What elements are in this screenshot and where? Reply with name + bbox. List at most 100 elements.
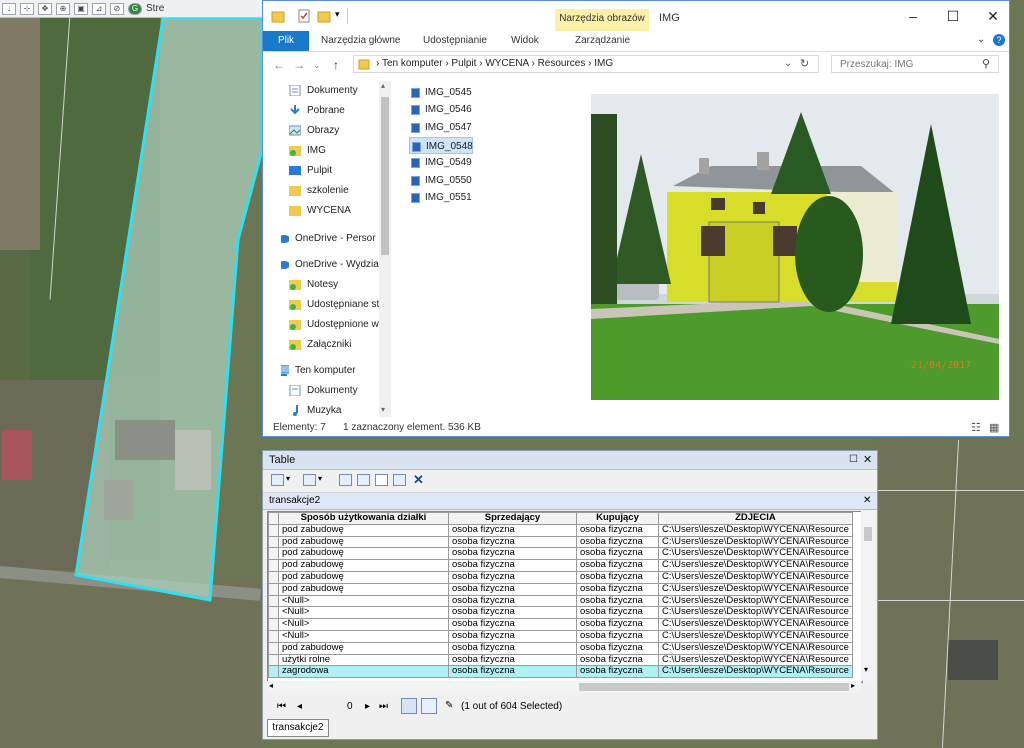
table-cell[interactable]: użytki rolne: [278, 653, 449, 667]
zoom-tool-icon[interactable]: ⊕: [56, 2, 70, 15]
table-vertical-scrollbar[interactable]: ▾: [861, 511, 875, 681]
file-item[interactable]: IMG_0546: [409, 101, 473, 118]
arrow-tool-icon[interactable]: ↓: [2, 2, 16, 15]
table-row[interactable]: pod zabudowę osoba fizyczna osoba fizyczna…: [268, 570, 853, 584]
nav-item-wycena[interactable]: WYCENA: [287, 201, 391, 221]
table-cell[interactable]: osoba fizyczna: [448, 547, 577, 561]
nav-item-onedrive-work[interactable]: OneDrive - Wydzia: [281, 255, 387, 275]
file-item-selected[interactable]: IMG_0548: [409, 137, 473, 154]
table-cell[interactable]: osoba fizyczna: [576, 559, 659, 572]
table-cell[interactable]: osoba fizyczna: [448, 582, 577, 596]
recent-locations-icon[interactable]: ⌄: [313, 60, 321, 71]
table-cell[interactable]: osoba fizyczna: [576, 606, 659, 620]
table-cell[interactable]: pod zabudowę: [278, 570, 449, 584]
file-item[interactable]: IMG_0545: [409, 84, 473, 101]
table-cell[interactable]: osoba fizyczna: [448, 629, 577, 643]
table-cell[interactable]: C:\Users\lesze\Desktop\WYCENA\Resource: [658, 535, 853, 549]
file-item[interactable]: IMG_0549: [409, 154, 473, 171]
first-record-icon[interactable]: ⏮: [277, 701, 286, 712]
delete-selected-icon[interactable]: ✕: [413, 472, 424, 488]
details-view-icon[interactable]: ☷: [971, 421, 981, 434]
select-tool-icon[interactable]: ⊹: [20, 2, 34, 15]
nav-item-zalaczniki[interactable]: Załączniki: [287, 335, 391, 355]
nav-item-udostepniane[interactable]: Udostępniane st: [287, 295, 391, 315]
table-cell[interactable]: C:\Users\lesze\Desktop\WYCENA\Resource: [658, 547, 853, 561]
table-cell[interactable]: osoba fizyczna: [576, 594, 659, 608]
tab-home[interactable]: Narzędzia główne: [321, 31, 401, 51]
streetview-label[interactable]: Stre: [146, 3, 164, 14]
table-row[interactable]: użytki rolne osoba fizyczna osoba fizyczna…: [268, 653, 853, 667]
table-tab[interactable]: transakcje2: [267, 719, 329, 737]
close-button[interactable]: ✕: [983, 7, 1003, 25]
large-icons-view-icon[interactable]: ▦: [989, 421, 999, 434]
table-cell[interactable]: osoba fizyczna: [448, 559, 577, 572]
scrollbar-thumb[interactable]: [579, 683, 849, 691]
previous-record-icon[interactable]: ◂: [297, 701, 302, 712]
row-selector[interactable]: [268, 629, 279, 643]
table-cell[interactable]: osoba fizyczna: [448, 665, 577, 679]
picture-tools-context-tab[interactable]: Narzędzia obrazów: [555, 9, 649, 31]
ribbon-expand-icon[interactable]: ⌄: [977, 34, 985, 45]
table-row[interactable]: <Null> osoba fizyczna osoba fizyczna C:\Use…: [268, 618, 853, 631]
row-selector[interactable]: [268, 570, 279, 584]
scroll-left-icon[interactable]: ◂: [269, 681, 273, 690]
zoom-to-selected-icon[interactable]: [393, 474, 406, 486]
table-cell[interactable]: C:\Users\lesze\Desktop\WYCENA\Resource: [658, 594, 853, 608]
table-row[interactable]: pod zabudowę osoba fizyczna osoba fizyczna…: [268, 559, 853, 572]
table-cell[interactable]: C:\Users\lesze\Desktop\WYCENA\Resource: [658, 641, 853, 655]
row-selector[interactable]: [268, 641, 279, 655]
table-cell[interactable]: osoba fizyczna: [448, 570, 577, 584]
hyperlink-tool-icon[interactable]: ⊘: [110, 2, 124, 15]
scroll-down-icon[interactable]: ▾: [381, 405, 385, 414]
table-cell[interactable]: C:\Users\lesze\Desktop\WYCENA\Resource: [658, 665, 853, 679]
search-icon[interactable]: ⚲: [982, 57, 990, 70]
table-cell[interactable]: osoba fizyczna: [576, 523, 659, 537]
table-cell[interactable]: osoba fizyczna: [576, 570, 659, 584]
navigation-scrollbar[interactable]: ▴ ▾: [379, 81, 391, 417]
table-cell[interactable]: osoba fizyczna: [448, 653, 577, 667]
nav-item-pobrane[interactable]: Pobrane 📌: [287, 101, 391, 121]
breadcrumb-item[interactable]: IMG: [594, 58, 613, 69]
table-row[interactable]: pod zabudowę osoba fizyczna osoba fizyczna…: [268, 523, 853, 537]
maximize-button[interactable]: ☐: [849, 451, 858, 469]
file-item[interactable]: IMG_0551: [409, 189, 473, 206]
table-cell[interactable]: pod zabudowę: [278, 641, 449, 655]
table-cell[interactable]: pod zabudowę: [278, 547, 449, 561]
select-by-attributes-icon[interactable]: [339, 474, 352, 486]
table-cell[interactable]: <Null>: [278, 618, 449, 631]
table-cell[interactable]: C:\Users\lesze\Desktop\WYCENA\Resource: [658, 606, 853, 620]
table-cell[interactable]: C:\Users\lesze\Desktop\WYCENA\Resource: [658, 582, 853, 596]
close-table-icon[interactable]: ✕: [863, 493, 871, 509]
up-arrow-icon[interactable]: ↑: [333, 58, 339, 72]
identify-tool-icon[interactable]: ▣: [74, 2, 88, 15]
nav-item-udostepnione[interactable]: Udostępnione w: [287, 315, 391, 335]
close-button[interactable]: ✕: [863, 451, 872, 469]
table-cell[interactable]: osoba fizyczna: [576, 535, 659, 549]
nav-item-notesy[interactable]: Notesy: [287, 275, 391, 295]
related-tables-dropdown-icon[interactable]: ▾: [318, 474, 322, 483]
table-cell[interactable]: osoba fizyczna: [576, 582, 659, 596]
row-selector[interactable]: [268, 653, 279, 667]
file-item[interactable]: IMG_0547: [409, 119, 473, 136]
nav-item-obrazy[interactable]: Obrazy 📌: [287, 121, 391, 141]
nav-item-ten-komputer[interactable]: Ten komputer: [281, 361, 387, 381]
tab-view[interactable]: Widok: [511, 31, 539, 51]
breadcrumb-item[interactable]: WYCENA: [485, 58, 528, 69]
tab-file[interactable]: Plik: [263, 31, 309, 51]
row-selector[interactable]: [268, 582, 279, 596]
nav-item-onedrive-personal[interactable]: OneDrive - Persor: [281, 229, 387, 249]
selected-parcel[interactable]: [0, 0, 262, 620]
nav-item-img[interactable]: IMG 📌: [287, 141, 391, 161]
row-selector[interactable]: [268, 618, 279, 631]
table-row[interactable]: <Null> osoba fizyczna osoba fizyczna C:\Use…: [268, 629, 853, 643]
scrollbar-thumb[interactable]: [864, 527, 872, 541]
nav-item-szkolenie[interactable]: szkolenie: [287, 181, 391, 201]
table-cell[interactable]: C:\Users\lesze\Desktop\WYCENA\Resource: [658, 629, 853, 643]
address-dropdown-icon[interactable]: ⌄: [784, 58, 792, 69]
breadcrumb-item[interactable]: Pulpit: [451, 58, 476, 69]
tab-manage[interactable]: Zarządzanie: [575, 31, 630, 51]
row-selector[interactable]: [268, 523, 279, 537]
scroll-right-icon[interactable]: ▸: [851, 681, 855, 690]
table-cell[interactable]: C:\Users\lesze\Desktop\WYCENA\Resource: [658, 653, 853, 667]
table-cell[interactable]: osoba fizyczna: [576, 629, 659, 643]
